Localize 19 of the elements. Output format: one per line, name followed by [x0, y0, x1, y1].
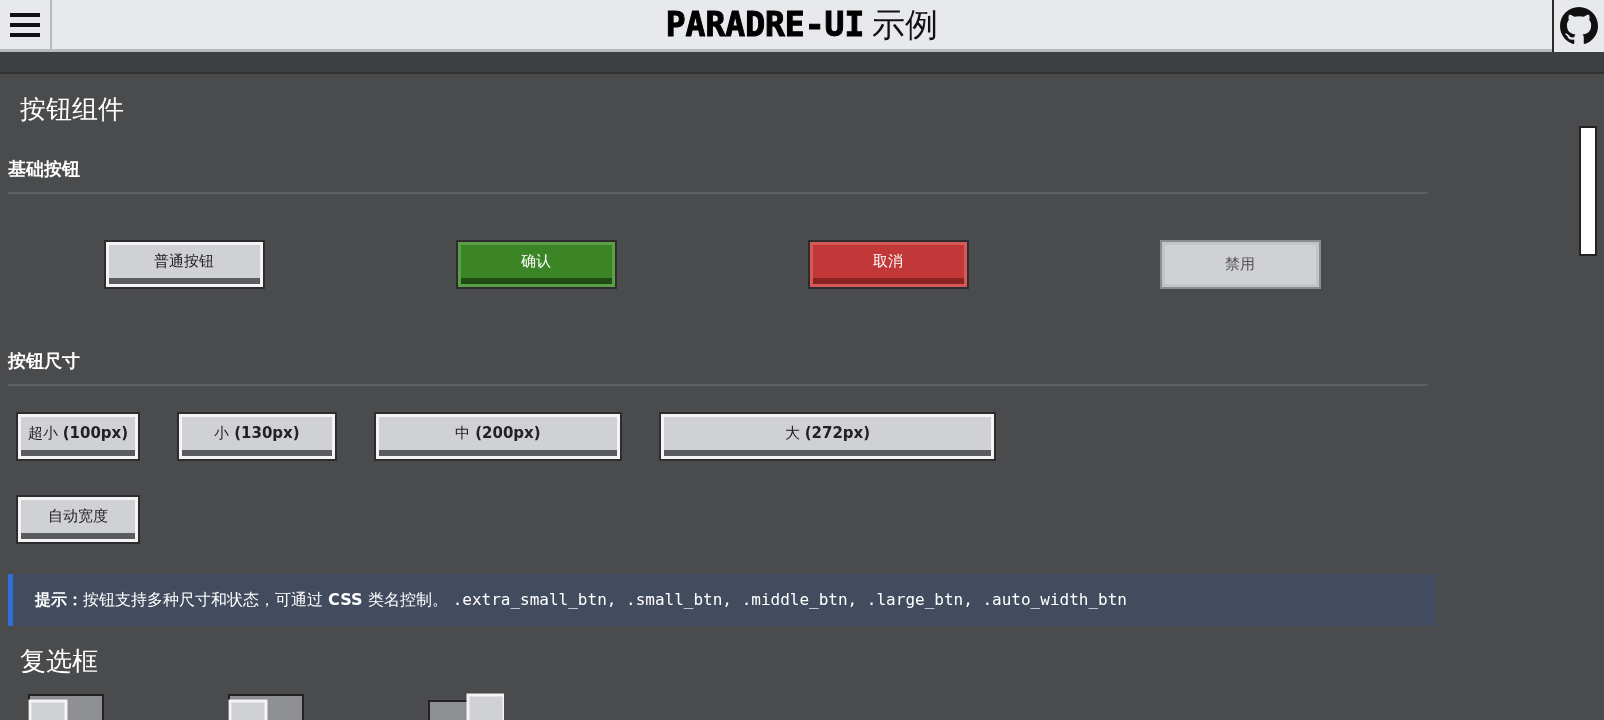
github-link[interactable]	[1552, 0, 1604, 52]
app-subtitle: 示例	[872, 4, 939, 47]
section-heading: 按钮组件	[20, 93, 125, 126]
group-heading: 按钮尺寸	[8, 347, 1428, 386]
scrollbar-thumb[interactable]	[1579, 126, 1597, 256]
group-heading: 基础按钮	[8, 155, 1428, 194]
button[interactable]: 小 (130px)	[177, 412, 337, 461]
section-heading: 复选框	[20, 645, 99, 678]
menu-icon	[10, 11, 40, 38]
hint-text: 提示：按钮支持多种尺寸和状态，可通过 CSS 类名控制。 .extra_small_btn, .small_btn, .middle_btn, .large_btn, .auto_width_btn	[8, 574, 1436, 626]
button[interactable]: 自动宽度	[16, 495, 140, 544]
github-icon	[1560, 6, 1598, 46]
button[interactable]: 普通按钮	[103, 240, 265, 289]
button[interactable]: 超小 (100px)	[16, 412, 140, 461]
button[interactable]: 确认	[455, 240, 617, 289]
button[interactable]: 中 (200px)	[374, 412, 622, 461]
button[interactable]: 取消	[807, 240, 969, 289]
button[interactable]: 大 (272px)	[659, 412, 996, 461]
app-title: PARADRE-UI	[665, 4, 865, 47]
